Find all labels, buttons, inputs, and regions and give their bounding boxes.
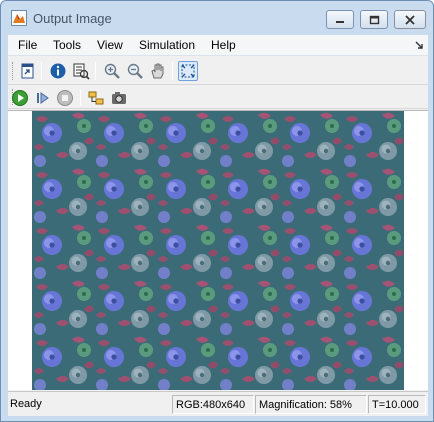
maximize-icon — [369, 15, 380, 24]
info-icon — [50, 63, 66, 79]
simulation-toolbar — [8, 86, 428, 109]
run-button[interactable] — [10, 88, 30, 108]
pixel-region-icon — [73, 63, 90, 80]
toolbar-grip[interactable] — [12, 62, 14, 80]
menu-help[interactable]: Help — [209, 38, 238, 52]
status-rgb-size: RGB:480x640 — [172, 395, 254, 414]
close-icon — [405, 14, 415, 25]
zoom-out-icon — [127, 63, 143, 79]
title-bar[interactable]: Output Image — [1, 1, 433, 35]
maximize-button[interactable] — [360, 10, 388, 29]
output-image — [32, 111, 404, 390]
status-magnification: Magnification: 58% — [255, 395, 367, 414]
zoom-in-button[interactable] — [102, 61, 122, 81]
toolbar-separator — [80, 89, 81, 105]
menu-file[interactable]: File — [16, 38, 39, 52]
status-ready: Ready — [10, 398, 42, 410]
open-window-icon — [21, 63, 34, 79]
image-viewport[interactable] — [8, 110, 428, 390]
fit-to-view-button[interactable] — [178, 61, 198, 81]
dock-arrow-icon[interactable] — [414, 39, 424, 49]
minimize-icon — [336, 20, 344, 23]
step-forward-button[interactable] — [33, 88, 53, 108]
pixel-region-button[interactable] — [71, 61, 91, 81]
output-image-window: Output Image File Tools View Simulation … — [0, 0, 434, 422]
toolbar-separator — [172, 62, 173, 80]
step-forward-icon — [37, 92, 49, 104]
menu-bar: File Tools View Simulation Help — [8, 35, 428, 56]
highlight-block-button[interactable] — [86, 88, 106, 108]
menu-view[interactable]: View — [95, 38, 125, 52]
figure-client-area: File Tools View Simulation Help Ready RG… — [8, 35, 428, 416]
image-toolbar — [8, 57, 428, 85]
info-button[interactable] — [48, 61, 68, 81]
highlight-block-icon — [88, 91, 104, 105]
stop-button[interactable] — [55, 88, 75, 108]
zoom-in-icon — [104, 63, 120, 79]
window-title: Output Image — [33, 11, 112, 26]
menu-tools[interactable]: Tools — [51, 38, 83, 52]
snapshot-button[interactable] — [109, 88, 129, 108]
status-simulation-time: T=10.000 — [368, 395, 426, 414]
matlab-figure-icon — [11, 10, 27, 26]
stop-icon — [57, 90, 73, 106]
pan-button[interactable] — [148, 61, 168, 81]
fit-to-view-icon — [181, 64, 195, 78]
snapshot-icon — [112, 92, 126, 104]
run-icon — [12, 90, 28, 106]
toolbar-separator — [41, 62, 42, 80]
pan-icon — [151, 63, 164, 79]
open-window-button[interactable] — [18, 61, 38, 81]
zoom-out-button[interactable] — [125, 61, 145, 81]
status-bar: Ready RGB:480x640 Magnification: 58% T=1… — [8, 391, 428, 416]
close-button[interactable] — [394, 10, 426, 29]
menu-simulation[interactable]: Simulation — [137, 38, 197, 52]
minimize-button[interactable] — [326, 10, 354, 29]
toolbar-separator — [95, 62, 96, 80]
